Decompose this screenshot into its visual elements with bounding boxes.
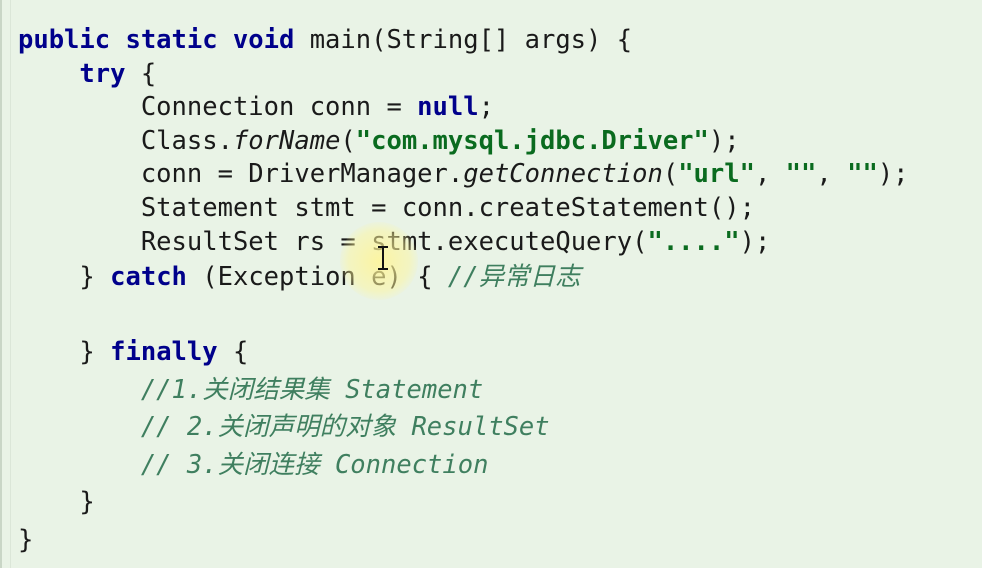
code-line-10[interactable]: } finally { xyxy=(18,334,909,372)
code-line-8[interactable]: } catch (Exception e) { //异常日志 xyxy=(18,259,909,297)
comma: , xyxy=(754,159,786,190)
code-line-14[interactable]: } xyxy=(18,484,909,522)
code-area[interactable]: public static void main(String[] args) {… xyxy=(18,24,909,559)
keyword-finally: finally xyxy=(110,337,218,368)
paren-open: ( xyxy=(662,159,679,190)
paren-close: ); xyxy=(708,125,740,156)
code-line-9[interactable] xyxy=(18,297,909,335)
keyword-catch: catch xyxy=(110,262,187,293)
string-url: "url" xyxy=(678,159,755,190)
close-brace: } xyxy=(79,337,111,368)
connection-declaration: Connection conn = xyxy=(140,92,418,123)
gutter-divider xyxy=(10,0,11,568)
resultset-declaration: ResultSet rs = stmt.executeQuery( xyxy=(140,226,648,257)
paren-open: ( xyxy=(340,125,356,156)
code-line-13[interactable]: // 3.关闭连接 Connection xyxy=(18,447,909,485)
string-password: "" xyxy=(847,159,878,190)
code-line-1[interactable]: public static void main(String[] args) { xyxy=(18,24,909,58)
code-line-4[interactable]: Class.forName("com.mysql.jdbc.Driver"); xyxy=(18,125,909,159)
code-line-6[interactable]: Statement stmt = conn.createStatement(); xyxy=(18,192,909,226)
open-brace: { xyxy=(217,337,249,368)
open-brace: { xyxy=(125,58,157,89)
method-getconnection: getConnection xyxy=(463,159,663,190)
keyword-public-static-void: public static void xyxy=(18,25,295,55)
close-brace: } xyxy=(79,262,111,293)
code-line-5[interactable]: conn = DriverManager.getConnection("url"… xyxy=(18,158,909,192)
code-editor[interactable]: public static void main(String[] args) {… xyxy=(0,0,982,568)
catch-clause: (Exception e) { xyxy=(186,262,448,293)
comment-close-statement: // 2.关闭声明的对象 ResultSet xyxy=(140,412,550,443)
text-cursor-icon xyxy=(378,246,388,270)
method-forname: forName xyxy=(232,125,341,156)
method-signature: main(String[] args) { xyxy=(294,25,633,55)
comma: , xyxy=(816,159,848,190)
semicolon: ; xyxy=(478,92,494,123)
comment-close-connection: // 3.关闭连接 Connection xyxy=(140,449,489,480)
class-ref: Class. xyxy=(140,125,233,156)
code-line-3[interactable]: Connection conn = null; xyxy=(18,91,909,125)
code-line-12[interactable]: // 2.关闭声明的对象 ResultSet xyxy=(18,409,909,447)
conn-assign: conn = DriverManager. xyxy=(140,159,464,190)
string-query: "...." xyxy=(647,226,740,257)
string-driver: "com.mysql.jdbc.Driver" xyxy=(355,125,709,156)
close-brace: } xyxy=(18,524,34,555)
code-line-7[interactable]: ResultSet rs = stmt.executeQuery("....")… xyxy=(18,226,909,260)
string-user: "" xyxy=(785,159,817,190)
code-line-2[interactable]: try { xyxy=(18,58,909,92)
statement-declaration: Statement stmt = conn.createStatement(); xyxy=(140,192,755,223)
comment-exception-log: //异常日志 xyxy=(447,262,581,293)
code-line-15[interactable]: } xyxy=(18,522,909,560)
comment-close-resultset: //1.关闭结果集 Statement xyxy=(140,374,484,405)
code-line-11[interactable]: //1.关闭结果集 Statement xyxy=(18,372,909,410)
close-brace: } xyxy=(79,487,95,518)
paren-close: ); xyxy=(877,159,909,190)
keyword-try: try xyxy=(79,58,126,89)
paren-close: ); xyxy=(739,226,771,257)
keyword-null: null xyxy=(417,92,479,123)
